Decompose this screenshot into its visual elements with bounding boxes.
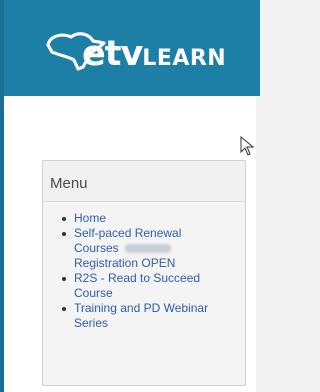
menu-item-renewal-courses[interactable]: Self-paced Renewal Courses Registration … bbox=[61, 226, 241, 271]
redacted-text bbox=[124, 244, 171, 254]
logo-suffix: LEARN bbox=[142, 46, 227, 71]
menu-link-training-line1[interactable]: Training and PD Webinar bbox=[74, 301, 208, 315]
menu-heading: Menu bbox=[43, 161, 245, 202]
menu-item-training-webinar[interactable]: Training and PD Webinar Series bbox=[61, 301, 241, 331]
mouse-pointer-icon bbox=[240, 136, 254, 156]
menu-item-r2s[interactable]: R2S - Read to Succeed Course bbox=[61, 271, 241, 301]
site-header: etvLEARN bbox=[4, 0, 260, 96]
logo-wordmark[interactable]: etvLEARN bbox=[82, 34, 226, 74]
page-frame: etvLEARN Menu Home Self-paced Renewal Co… bbox=[0, 0, 260, 392]
menu-link-r2s-line2[interactable]: Course bbox=[74, 286, 113, 300]
menu-list: Home Self-paced Renewal Courses Registra… bbox=[43, 202, 245, 331]
menu-panel: Menu Home Self-paced Renewal Courses Reg… bbox=[42, 160, 246, 386]
menu-link-r2s-line1[interactable]: R2S - Read to Succeed bbox=[74, 271, 200, 285]
menu-link-renewal-line3[interactable]: Registration OPEN bbox=[74, 256, 175, 270]
menu-link-renewal-line1[interactable]: Self-paced Renewal bbox=[74, 226, 181, 240]
logo-main: etv bbox=[82, 34, 143, 74]
menu-link-training-line2[interactable]: Series bbox=[74, 316, 108, 330]
menu-link-renewal-line2[interactable]: Courses bbox=[74, 241, 119, 255]
menu-item-home[interactable]: Home bbox=[61, 211, 241, 226]
menu-link-home[interactable]: Home bbox=[74, 211, 106, 225]
